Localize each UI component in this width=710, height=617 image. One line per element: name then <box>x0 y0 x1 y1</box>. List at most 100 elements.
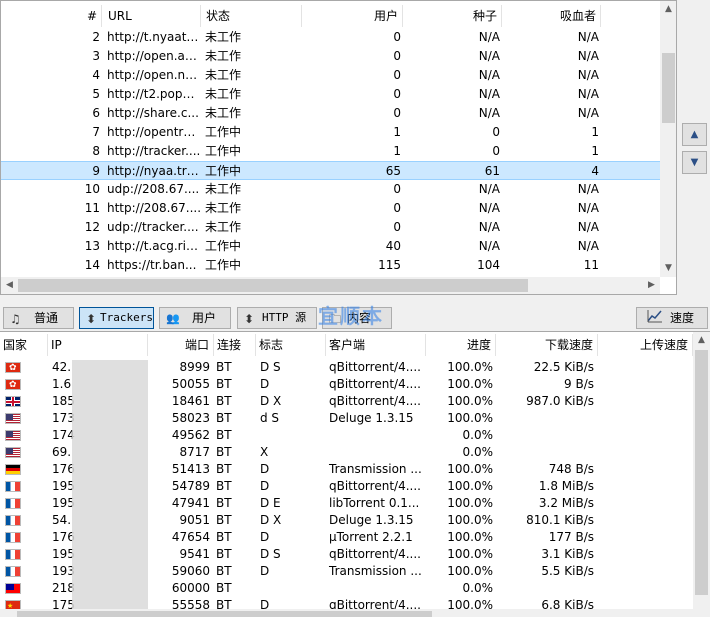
tracker-row[interactable]: 4 http://open.ny... 未工作 0 N/A N/A <box>1 66 660 85</box>
chart-icon <box>647 309 663 329</box>
tracker-row[interactable]: 12 udp://tracker.... 未工作 0 N/A N/A <box>1 218 660 237</box>
tracker-row[interactable]: 10 udp://208.67.... 未工作 0 N/A N/A <box>1 180 660 199</box>
peer-download-speed: 748 B/s <box>548 462 594 476</box>
peer-country <box>0 461 48 478</box>
peer-download-speed: 810.1 KiB/s <box>526 513 594 527</box>
trackers-vertical-scrollbar[interactable]: ▲ ▼ <box>660 1 676 277</box>
peer-port: 58023 <box>171 411 210 425</box>
tracker-users: 0 <box>393 201 401 215</box>
col-header-status[interactable]: 状态 <box>203 5 302 27</box>
col-header-ip[interactable]: IP <box>48 334 148 356</box>
peer-flags: D <box>260 479 270 493</box>
peer-client: Transmission ... <box>329 462 422 476</box>
tracker-row[interactable]: 9 http://nyaa.tra... 工作中 65 61 4 <box>1 161 660 180</box>
country-flag-icon <box>5 464 21 475</box>
tracker-users: 0 <box>393 30 401 44</box>
peer-upload-speed <box>598 376 693 393</box>
peer-upload-speed <box>598 410 693 427</box>
peer-client: Transmission ... <box>329 564 422 578</box>
tracker-seeds: N/A <box>478 68 500 82</box>
tracker-row[interactable]: 5 http://t2.popg... 未工作 0 N/A N/A <box>1 85 660 104</box>
peer-client: qBittorrent/4.... <box>329 377 421 391</box>
tracker-users: 0 <box>393 220 401 234</box>
peers-list[interactable]: 国家 IP 端口 连接 标志 客户端 进度 下载速度 上传速度 42.8999B… <box>0 331 710 617</box>
tracker-row[interactable]: 11 http://208.67.... 未工作 0 N/A N/A <box>1 199 660 218</box>
scroll-down-arrow-icon[interactable]: ▼ <box>660 260 676 277</box>
tracker-number: 12 <box>84 220 100 234</box>
col-header-url[interactable]: URL <box>105 5 201 27</box>
tracker-seeds: N/A <box>478 182 500 196</box>
tracker-status: 工作中 <box>205 125 242 139</box>
tab-peers[interactable]: 👥 用户 <box>159 307 231 329</box>
tracker-leechers: N/A <box>577 49 599 63</box>
peer-progress: 0.0% <box>462 581 494 595</box>
tracker-number: 5 <box>92 87 100 101</box>
tracker-row[interactable]: 14 https://tr.ban... 工作中 115 104 11 <box>1 256 660 275</box>
col-header-leechers[interactable]: 吸血者 <box>502 5 601 27</box>
col-header-download-speed[interactable]: 下载速度 <box>496 334 598 356</box>
peer-port: 47941 <box>171 496 210 510</box>
tracker-number: 13 <box>84 239 100 253</box>
trackers-list[interactable]: # URL 状态 用户 种子 吸血者 2 http://t.nyaatr... 未工… <box>0 0 677 295</box>
peer-flags: D X <box>260 394 282 408</box>
tracker-users: 0 <box>393 68 401 82</box>
peers-scroll-thumb-horizontal[interactable] <box>17 611 432 617</box>
move-down-button[interactable]: ▼ <box>682 151 707 174</box>
tracker-status: 未工作 <box>205 30 242 44</box>
tracker-row[interactable]: 8 http://tracker.... 工作中 1 0 1 <box>1 142 660 161</box>
tab-general[interactable]: ♫ 普通 <box>3 307 74 329</box>
col-header-users[interactable]: 用户 <box>302 5 403 27</box>
scroll-right-arrow-icon[interactable]: ▶ <box>643 277 660 294</box>
tracker-users: 115 <box>378 258 401 272</box>
col-header-upload-speed[interactable]: 上传速度 <box>598 334 693 356</box>
tracker-row[interactable]: 6 http://share.c... 未工作 0 N/A N/A <box>1 104 660 123</box>
col-header-seeds[interactable]: 种子 <box>403 5 502 27</box>
tracker-url: http://share.c... <box>107 106 199 120</box>
speed-button[interactable]: 速度 <box>636 307 708 329</box>
tracker-number: 6 <box>92 106 100 120</box>
col-header-num[interactable]: # <box>1 5 102 27</box>
country-flag-icon <box>5 566 21 577</box>
scroll-left-arrow-icon[interactable]: ◀ <box>1 277 18 294</box>
tracker-leechers: N/A <box>577 87 599 101</box>
peer-flags: D <box>260 462 270 476</box>
tracker-seeds: N/A <box>478 220 500 234</box>
peers-scroll-up-arrow-icon[interactable]: ▲ <box>693 332 710 349</box>
peer-connection: BT <box>216 428 232 442</box>
tracker-row[interactable]: 13 http://t.acg.rip... 工作中 40 N/A N/A <box>1 237 660 256</box>
tracker-row[interactable]: 2 http://t.nyaatr... 未工作 0 N/A N/A <box>1 28 660 47</box>
col-header-country[interactable]: 国家 <box>0 334 48 356</box>
peers-vertical-scrollbar[interactable]: ▲ <box>693 332 710 617</box>
tracker-status: 工作中 <box>205 239 242 253</box>
peer-progress: 100.0% <box>447 547 493 561</box>
peer-upload-speed <box>598 495 693 512</box>
col-header-port[interactable]: 端口 <box>148 334 214 356</box>
tab-http-sources[interactable]: ⬍ HTTP 源 <box>237 307 317 329</box>
peers-horizontal-scrollbar[interactable] <box>0 609 693 617</box>
tab-peers-label: 用户 <box>192 311 217 325</box>
country-flag-icon <box>5 377 21 393</box>
peers-scroll-thumb[interactable] <box>695 350 708 595</box>
scroll-thumb[interactable] <box>662 53 675 123</box>
peer-client: qBittorrent/4.... <box>329 394 421 408</box>
tracker-users: 40 <box>385 239 401 253</box>
peer-country <box>0 376 48 393</box>
col-header-connection[interactable]: 连接 <box>214 334 256 356</box>
col-header-progress[interactable]: 进度 <box>426 334 496 356</box>
tracker-leechers: N/A <box>577 239 599 253</box>
country-flag-icon <box>5 430 21 441</box>
peer-progress: 100.0% <box>447 496 493 510</box>
tracker-url: http://t.nyaatr... <box>107 30 201 44</box>
tab-trackers[interactable]: ⬍ Trackers <box>79 307 154 329</box>
move-up-button[interactable]: ▲ <box>682 123 707 146</box>
col-header-client[interactable]: 客户端 <box>326 334 426 356</box>
tracker-row[interactable]: 7 http://opentra... 工作中 1 0 1 <box>1 123 660 142</box>
tracker-row[interactable]: 3 http://open.ac... 未工作 0 N/A N/A <box>1 47 660 66</box>
scroll-thumb-horizontal[interactable] <box>18 279 528 292</box>
trackers-horizontal-scrollbar[interactable]: ◀ ▶ <box>1 277 660 294</box>
peer-flags: D <box>260 377 270 391</box>
col-header-flags[interactable]: 标志 <box>256 334 326 356</box>
tracker-users: 65 <box>385 164 401 178</box>
peer-port: 9051 <box>179 513 210 527</box>
scroll-up-arrow-icon[interactable]: ▲ <box>660 1 676 18</box>
